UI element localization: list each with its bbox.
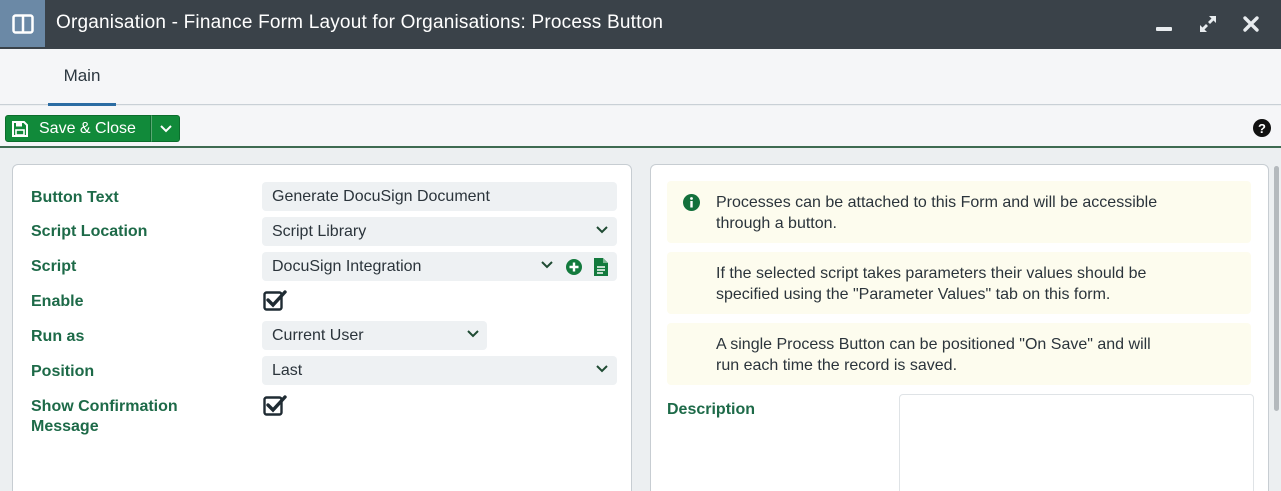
info-icon	[683, 194, 700, 211]
info-note-parameters: If the selected script takes parameters …	[667, 252, 1251, 314]
show-confirmation-label-line1: Show Confirmation	[31, 398, 178, 415]
save-and-close-button[interactable]: Save & Close	[5, 115, 151, 142]
close-icon[interactable]	[1239, 12, 1263, 36]
show-confirmation-checkbox[interactable]	[263, 394, 287, 416]
chevron-down-icon	[596, 365, 608, 373]
chevron-down-icon	[467, 330, 479, 338]
window-title-bar: Organisation - Finance Form Layout for O…	[0, 0, 1281, 49]
info-note-on-save: A single Process Button can be positione…	[667, 323, 1251, 385]
note-parameters-line2: specified using the "Parameter Values" t…	[716, 286, 1111, 303]
note-on-save-line1: A single Process Button can be positione…	[716, 336, 1151, 353]
view-script-document-icon[interactable]	[593, 257, 609, 277]
info-note-attach: Processes can be attached to this Form a…	[667, 181, 1251, 243]
add-script-icon[interactable]	[565, 258, 583, 276]
vertical-scrollbar[interactable]	[1274, 166, 1279, 411]
window-title: Organisation - Finance Form Layout for O…	[56, 12, 664, 33]
position-label: Position	[31, 363, 95, 380]
script-location-value: Script Library	[272, 222, 367, 240]
run-as-select[interactable]: Current User	[262, 321, 487, 350]
tab-main[interactable]: Main	[48, 49, 116, 106]
info-panel: Processes can be attached to this Form a…	[650, 164, 1269, 491]
description-input[interactable]	[899, 394, 1254, 491]
chevron-down-icon	[541, 261, 553, 269]
description-label: Description	[667, 401, 756, 418]
script-select[interactable]: DocuSign Integration	[262, 252, 617, 281]
button-text-label: Button Text	[31, 189, 119, 206]
run-as-value: Current User	[272, 326, 364, 344]
script-label: Script	[31, 258, 77, 275]
show-confirmation-label: Show Confirmation Message	[31, 397, 178, 437]
toolbar: Save & Close	[0, 106, 1281, 148]
chevron-down-icon	[596, 226, 608, 234]
show-confirmation-label-line2: Message	[31, 418, 99, 435]
enable-label: Enable	[31, 293, 84, 310]
run-as-label: Run as	[31, 328, 85, 345]
tab-bar: Main	[0, 49, 1281, 106]
script-location-select[interactable]: Script Library	[262, 217, 617, 246]
save-options-dropdown[interactable]	[151, 115, 180, 142]
panel-layout-icon[interactable]	[0, 0, 45, 47]
button-text-input[interactable]: Generate DocuSign Document	[262, 182, 617, 211]
note-on-save-line2: run each time the record is saved.	[716, 357, 958, 374]
minimize-icon[interactable]	[1152, 12, 1176, 36]
script-value: DocuSign Integration	[272, 257, 422, 275]
save-and-close-label: Save & Close	[39, 119, 136, 137]
help-icon[interactable]: ?	[1253, 119, 1271, 137]
process-button-form-panel: Button Text Generate DocuSign Document S…	[12, 164, 632, 491]
note-parameters-line1: If the selected script takes parameters …	[716, 265, 1147, 282]
enable-checkbox[interactable]	[263, 289, 287, 311]
script-location-label: Script Location	[31, 223, 148, 240]
chevron-down-icon	[159, 124, 172, 132]
maximize-icon[interactable]	[1196, 12, 1220, 36]
position-value: Last	[272, 361, 303, 379]
position-select[interactable]: Last	[262, 356, 617, 385]
floppy-disk-icon	[11, 120, 29, 143]
note-attach-line1: Processes can be attached to this Form a…	[716, 194, 1158, 211]
note-attach-line2: through a button.	[716, 215, 837, 232]
